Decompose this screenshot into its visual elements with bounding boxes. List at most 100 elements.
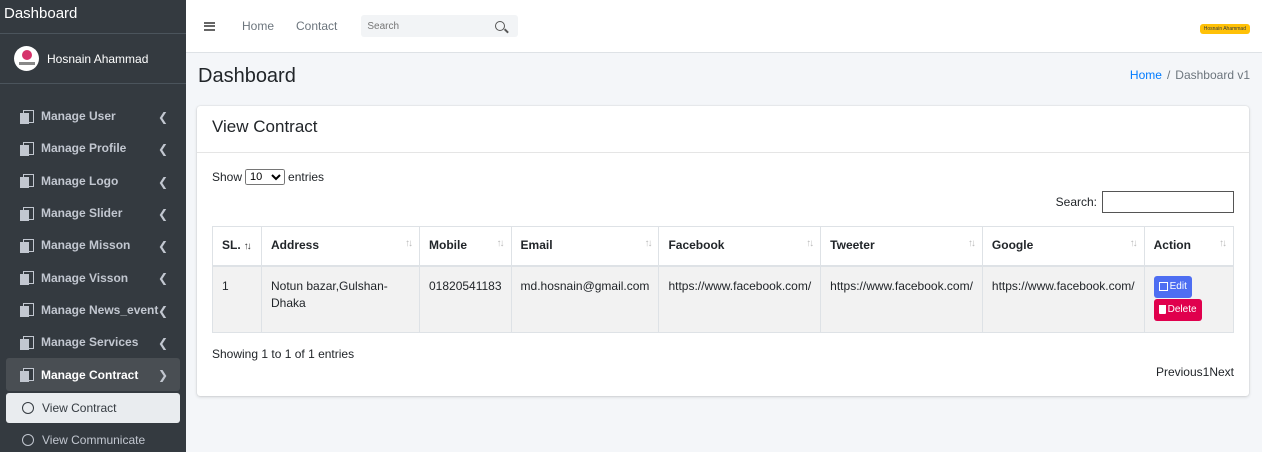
breadcrumb: Home / Dashboard v1 [1130, 68, 1250, 82]
sidebar-item-label: Manage News_event [41, 302, 159, 317]
sort-icon: ↑↓ [806, 238, 814, 249]
sidebar-item-manage-visson[interactable]: Manage Visson ❮ [0, 261, 186, 293]
sidebar-subitem-view-contract[interactable]: View Contract [6, 392, 180, 423]
sidebar: Dashboard Hosnain Ahammad Manage User ❮ … [0, 0, 186, 452]
copy-icon [20, 271, 34, 286]
sort-icon: ↑↓ [1219, 238, 1227, 249]
cell-email: md.hosnain@gmail.com [510, 265, 660, 333]
sidebar-item-label: Manage Logo [41, 173, 119, 188]
chevron-down-icon: ❯ [157, 368, 168, 383]
sidebar-item-manage-news-event[interactable]: Manage News_event ❮ [0, 294, 186, 326]
trash-icon [1158, 305, 1166, 314]
copy-icon [20, 335, 34, 350]
column-header-google[interactable]: Google ↑↓ [981, 226, 1145, 267]
sidebar-item-manage-contract[interactable]: Manage Contract ❯ [6, 358, 180, 391]
cell-action: Edit Delete [1143, 265, 1235, 333]
copy-icon [20, 303, 34, 318]
brand-link[interactable]: Dashboard [0, 0, 186, 34]
cell-mobile: 01820541183 [419, 265, 512, 333]
entries-label: entries [288, 170, 325, 184]
user-panel[interactable]: Hosnain Ahammad [0, 34, 186, 84]
table-info: Showing 1 to 1 of 1 entries [212, 347, 355, 361]
sidebar-item-manage-profile[interactable]: Manage Profile ❮ [0, 132, 186, 164]
sort-icon: ↑↓ [967, 238, 976, 249]
column-header-tweeter[interactable]: Tweeter ↑↓ [820, 226, 983, 267]
sidebar-item-manage-misson[interactable]: Manage Misson ❮ [0, 229, 186, 261]
chevron-left-icon: ❮ [157, 142, 168, 157]
chevron-left-icon: ❮ [157, 271, 168, 286]
sidebar-item-label: Manage Profile [41, 141, 127, 156]
edit-button[interactable]: Edit [1153, 275, 1192, 298]
table-row: 1 Notun bazar,Gulshan-Dhaka 01820541183 … [212, 265, 1235, 333]
show-entries: Show 10 entries [212, 169, 324, 185]
sidebar-item-label: Manage Misson [41, 238, 131, 253]
delete-button[interactable]: Delete [1153, 298, 1202, 321]
edit-label: Edit [1169, 281, 1187, 292]
chevron-left-icon: ❮ [157, 336, 168, 351]
search-icon[interactable] [495, 21, 506, 31]
breadcrumb-current: Dashboard v1 [1175, 68, 1250, 82]
chevron-left-icon: ❮ [157, 110, 168, 124]
sidebar-subitem-label: View Communicate [42, 432, 146, 447]
column-header-mobile[interactable]: Mobile ↑↓ [419, 226, 512, 267]
column-header-action[interactable]: Action ↑↓ [1143, 226, 1235, 267]
sort-asc-icon: ↑↓ [243, 241, 252, 252]
cell-google: https://www.facebook.com/ [981, 265, 1145, 333]
content-header: Dashboard Home / Dashboard v1 [198, 64, 1250, 90]
user-badge[interactable]: Hosnain Ahammad [1199, 24, 1250, 34]
sidebar-subitem-view-communicate[interactable]: View Communicate [6, 425, 180, 452]
chevron-left-icon: ❮ [157, 206, 168, 221]
table-search: Search: [1056, 191, 1234, 213]
cell-address: Notun bazar,Gulshan-Dhaka [261, 265, 420, 333]
avatar [14, 46, 39, 71]
sidebar-item-manage-logo[interactable]: Manage Logo ❮ [0, 165, 186, 197]
contract-table: SL. ↑↓ Address ↑↓ Mobile ↑↓ Email ↑↓ Faceboo… [212, 226, 1235, 333]
copy-icon [20, 238, 34, 253]
delete-label: Delete [1167, 304, 1197, 315]
view-contract-card: View Contract Show 10 entries Search: SL… [197, 106, 1249, 396]
chevron-left-icon: ❮ [157, 174, 168, 189]
sort-icon: ↑↓ [405, 238, 413, 249]
menu-icon[interactable] [204, 21, 215, 31]
copy-icon [20, 206, 34, 221]
sort-icon: ↑↓ [644, 238, 652, 249]
show-label: Show [212, 170, 243, 184]
pagination: Previous 1 Next [1156, 365, 1234, 379]
sidebar-subitem-label: View Contract [42, 400, 117, 415]
edit-icon [1158, 282, 1168, 291]
table-search-label: Search: [1055, 195, 1097, 209]
cell-sl: 1 [212, 265, 262, 333]
copy-icon [20, 109, 34, 124]
copy-icon [20, 174, 34, 189]
circle-icon [22, 401, 34, 414]
search-input[interactable] [361, 20, 492, 32]
navbar-search [361, 15, 519, 37]
sort-icon: ↑↓ [496, 238, 505, 249]
table-header-row: SL. ↑↓ Address ↑↓ Mobile ↑↓ Email ↑↓ Faceboo… [212, 226, 1235, 267]
breadcrumb-home[interactable]: Home [1130, 68, 1162, 82]
sidebar-item-label: Manage User [41, 109, 116, 124]
column-header-sl[interactable]: SL. ↑↓ [212, 226, 262, 267]
cell-facebook: https://www.facebook.com/ [658, 265, 822, 333]
top-navbar: Home Contact Hosnain Ahammad [186, 0, 1262, 53]
sidebar-item-manage-user[interactable]: Manage User ❮ [0, 100, 186, 132]
copy-icon [20, 141, 34, 156]
column-header-email[interactable]: Email ↑↓ [510, 226, 660, 267]
user-name[interactable]: Hosnain Ahammad [47, 52, 148, 66]
sidebar-item-manage-slider[interactable]: Manage Slider ❮ [0, 197, 186, 229]
pagination-previous[interactable]: Previous [1156, 365, 1203, 379]
sidebar-item-label: Manage Slider [41, 206, 123, 221]
cell-tweeter: https://www.facebook.com/ [820, 265, 983, 333]
table-search-input[interactable] [1102, 191, 1234, 213]
sort-icon: ↑↓ [1129, 238, 1138, 249]
nav-link-contact[interactable]: Contact [296, 19, 337, 33]
sidebar-item-label: Manage Contract [41, 367, 139, 382]
pagination-next[interactable]: Next [1209, 365, 1234, 379]
pagination-page[interactable]: 1 [1203, 365, 1210, 379]
sidebar-item-manage-services[interactable]: Manage Services ❮ [0, 326, 186, 358]
page-title: Dashboard [198, 65, 296, 87]
column-header-facebook[interactable]: Facebook ↑↓ [658, 226, 822, 267]
page-size-select[interactable]: 10 [245, 169, 286, 185]
column-header-address[interactable]: Address ↑↓ [261, 226, 420, 267]
nav-link-home[interactable]: Home [242, 19, 274, 33]
